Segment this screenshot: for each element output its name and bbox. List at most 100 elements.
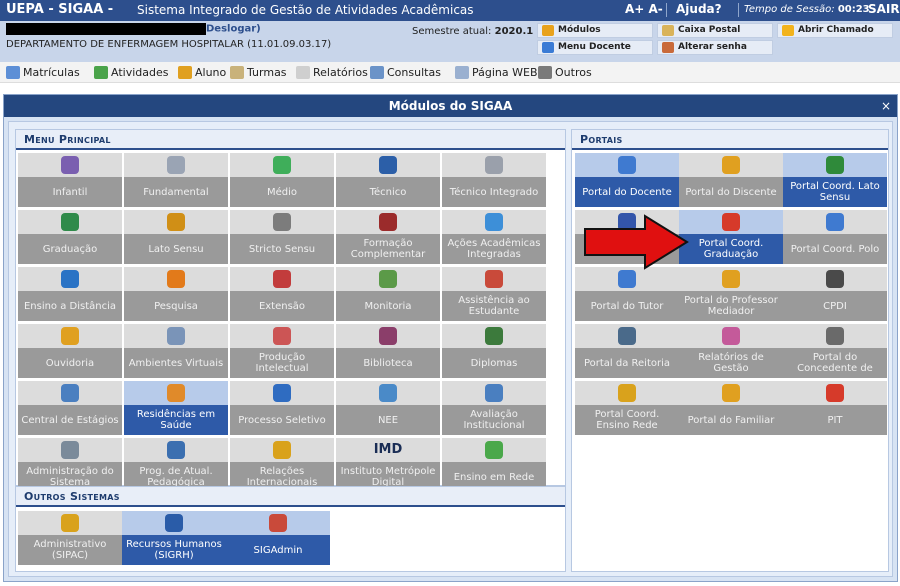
monitor-icon (167, 441, 185, 459)
module-tile[interactable]: Processo Seletivo (230, 381, 334, 435)
search-icon (370, 66, 384, 79)
module-tile[interactable]: Técnico Integrado (442, 153, 546, 207)
abrir-chamado-link[interactable]: Abrir Chamado (777, 23, 893, 38)
module-tile[interactable]: Extensão (230, 267, 334, 321)
module-tile[interactable]: Portal do Concedente de (783, 324, 887, 378)
modules-modal: Módulos do SIGAA × Menu Principal Infant… (3, 94, 898, 582)
module-tile[interactable]: Produção Intelectual (230, 324, 334, 378)
module-tile[interactable]: Técnico (336, 153, 440, 207)
module-tile[interactable]: Ensino em Rede (442, 438, 546, 492)
module-tile[interactable]: Assistência ao Estudante (442, 267, 546, 321)
menu-matriculas[interactable]: Matrículas (6, 66, 80, 79)
teacher-icon (618, 156, 636, 174)
module-label: Portal Coord. Ensino Rede (575, 405, 679, 435)
module-tile[interactable]: SIGAdmin (226, 511, 330, 565)
menu-aluno[interactable]: Aluno (178, 66, 226, 79)
module-tile[interactable]: NEE (336, 381, 440, 435)
logout-link-secondary[interactable]: Deslogar) (206, 24, 261, 35)
module-tile[interactable]: Portal do Discente (679, 153, 783, 207)
menu-relatorios[interactable]: Relatórios (296, 66, 368, 79)
module-tile[interactable]: Portal do Docente (575, 153, 679, 207)
module-tile[interactable]: Médio (230, 153, 334, 207)
book-red-icon (379, 213, 397, 231)
user-info-bar: Deslogar) DEPARTAMENTO DE ENFERMAGEM HOS… (0, 21, 900, 62)
menu-outros[interactable]: Outros (538, 66, 592, 79)
menu-consultas[interactable]: Consultas (370, 66, 441, 79)
module-tile[interactable]: IMD Instituto Metrópole Digital (336, 438, 440, 492)
module-tile[interactable]: Relações Internacionais (230, 438, 334, 492)
module-tile[interactable]: Portal da Reitoria (575, 324, 679, 378)
module-tile[interactable]: Relatórios de Gestão (679, 324, 783, 378)
ticket-icon (782, 25, 794, 36)
module-tile[interactable]: CPDI (783, 267, 887, 321)
outros-sistemas-section: Outros Sistemas Administrativo (SIPAC) Re… (15, 486, 566, 572)
module-tile[interactable]: Administrativo (SIPAC) (18, 511, 122, 565)
module-tile[interactable]: Lato Sensu (124, 210, 228, 264)
module-tile[interactable]: Diplomas (442, 324, 546, 378)
reports-chart-icon (722, 327, 740, 345)
module-tile[interactable]: Central de Estágios (18, 381, 122, 435)
accessibility-icon (379, 384, 397, 402)
module-tile[interactable]: Monitoria (336, 267, 440, 321)
module-label: Lato Sensu (124, 234, 228, 264)
module-tile[interactable]: Portal Coord. Graduação (679, 210, 783, 264)
module-tile[interactable]: Ações Acadêmicas Integradas (442, 210, 546, 264)
module-tile[interactable]: Administração do Sistema (18, 438, 122, 492)
red-arrow-pointer (584, 214, 689, 270)
alterar-senha-link[interactable]: Alterar senha (657, 40, 773, 55)
module-tile[interactable]: Graduação (18, 210, 122, 264)
module-tile[interactable]: Formação Complementar (336, 210, 440, 264)
cpdi-icon (826, 270, 844, 288)
network-coord-icon (618, 384, 636, 402)
menu-pagina-web[interactable]: Página WEB (455, 66, 538, 79)
module-tile[interactable]: Portal do Familiar (679, 381, 783, 435)
menu-docente-link[interactable]: Menu Docente (537, 40, 653, 55)
section-title: Menu Principal (16, 130, 565, 150)
flask-icon (167, 270, 185, 288)
module-label: Técnico Integrado (442, 177, 546, 207)
user-check-icon (273, 327, 291, 345)
module-tile[interactable]: Biblioteca (336, 324, 440, 378)
module-tile[interactable]: Residências em Saúde (124, 381, 228, 435)
module-tile[interactable]: Infantil (18, 153, 122, 207)
close-icon[interactable]: × (881, 95, 891, 117)
caixa-postal-link[interactable]: Caixa Postal (657, 23, 773, 38)
menu-turmas[interactable]: Turmas (230, 66, 287, 79)
module-tile[interactable]: Portal Coord. Polo (783, 210, 887, 264)
module-label: Portal do Tutor (575, 291, 679, 321)
gift-icon (273, 270, 291, 288)
module-tile[interactable]: Recursos Humanos (SIGRH) (122, 511, 226, 565)
phone-icon (538, 66, 552, 79)
module-tile[interactable]: Ouvidoria (18, 324, 122, 378)
help-link[interactable]: Ajuda? (676, 2, 722, 16)
logout-link[interactable]: SAIR (868, 2, 900, 16)
main-menu-bar: Matrículas Atividades Aluno Turmas Relat… (0, 62, 900, 83)
modulos-link[interactable]: Módulos (537, 23, 653, 38)
network-icon (485, 441, 503, 459)
module-tile[interactable]: Avaliação Institucional (442, 381, 546, 435)
module-tile[interactable]: Ensino a Distância (18, 267, 122, 321)
module-tile[interactable]: Portal do Professor Mediador (679, 267, 783, 321)
module-tile[interactable]: Prog. de Atual. Pedagógica (124, 438, 228, 492)
module-tile[interactable]: Pesquisa (124, 267, 228, 321)
module-tile[interactable]: Portal Coord. Ensino Rede (575, 381, 679, 435)
module-tile[interactable]: PIT (783, 381, 887, 435)
module-tile[interactable]: Portal Coord. Lato Sensu (783, 153, 887, 207)
menu-atividades[interactable]: Atividades (94, 66, 168, 79)
family-icon (722, 384, 740, 402)
module-tile[interactable]: Fundamental (124, 153, 228, 207)
modal-header: Módulos do SIGAA × (4, 95, 897, 117)
current-semester: Semestre atual: 2020.1 (412, 26, 534, 37)
menu-principal-section: Menu Principal Infantil Fundamental Médio T… (15, 129, 566, 492)
module-tile[interactable]: Portal do Tutor (575, 267, 679, 321)
module-tile[interactable]: Stricto Sensu (230, 210, 334, 264)
app-brand: UEPA - SIGAA - (6, 2, 114, 17)
user-icon (167, 384, 185, 402)
font-size-controls[interactable]: A+ A- (625, 2, 663, 16)
classes-icon (230, 66, 244, 79)
module-label: Residências em Saúde (124, 405, 228, 435)
module-label: Portal Coord. Lato Sensu (783, 177, 887, 207)
gear-icon (61, 441, 79, 459)
hr-user-icon (165, 514, 183, 532)
module-tile[interactable]: Ambientes Virtuais (124, 324, 228, 378)
